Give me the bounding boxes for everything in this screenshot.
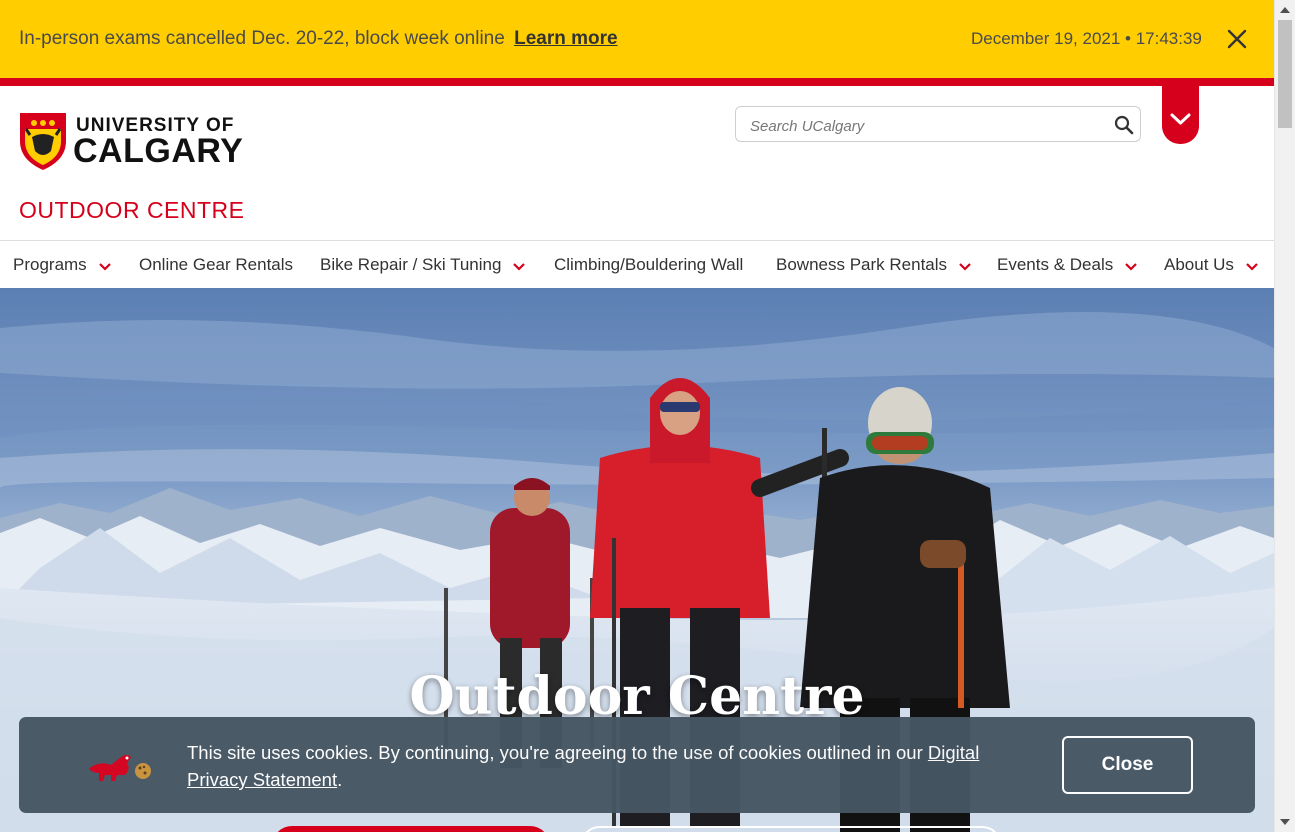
- nav-item-label: Programs: [13, 255, 87, 274]
- nav-item-label: Bowness Park Rentals: [776, 255, 948, 274]
- search-box: [735, 106, 1141, 142]
- nav-item-online-gear-rentals[interactable]: Online Gear Rentals: [139, 241, 293, 288]
- alert-message-text: In-person exams cancelled Dec. 20-22, bl…: [19, 28, 505, 49]
- chevron-down-icon[interactable]: [1246, 242, 1258, 289]
- main-nav: Programs Online Gear Rentals Bike Repair…: [0, 240, 1274, 288]
- site-header: UNIVERSITY OF CALGARY OUTDOOR CENTRE: [0, 86, 1274, 240]
- site-title[interactable]: OUTDOOR CENTRE: [19, 197, 245, 224]
- scroll-up-icon[interactable]: [1280, 6, 1290, 14]
- dinosaur-mascot-icon: [87, 747, 157, 783]
- nav-item-about-us[interactable]: About Us: [1164, 241, 1258, 288]
- nav-item-label: Online Gear Rentals: [139, 255, 294, 274]
- university-logo[interactable]: UNIVERSITY OF CALGARY: [18, 111, 258, 173]
- cookie-message: This site uses cookies. By continuing, y…: [187, 739, 1027, 793]
- cookie-close-button[interactable]: Close: [1062, 736, 1193, 794]
- nav-item-label: Climbing/Bouldering Wall: [554, 255, 744, 274]
- hero-secondary-button[interactable]: [580, 826, 1002, 832]
- alert-bar: In-person exams cancelled Dec. 20-22, bl…: [0, 0, 1274, 86]
- close-icon[interactable]: [1226, 28, 1248, 50]
- alert-message: In-person exams cancelled Dec. 20-22, bl…: [19, 28, 618, 50]
- nav-item-climbing-wall[interactable]: Climbing/Bouldering Wall: [554, 241, 743, 288]
- nav-item-programs[interactable]: Programs: [13, 241, 111, 288]
- scrollbar-thumb[interactable]: [1278, 20, 1292, 128]
- nav-item-label: About Us: [1164, 255, 1234, 274]
- crest-icon: [20, 113, 66, 170]
- learn-more-link[interactable]: Learn more: [514, 28, 617, 49]
- chevron-down-icon[interactable]: [959, 242, 971, 289]
- chevron-down-icon: [1170, 113, 1191, 125]
- nav-item-label: Bike Repair / Ski Tuning: [320, 255, 502, 274]
- page: In-person exams cancelled Dec. 20-22, bl…: [0, 0, 1274, 832]
- search-input[interactable]: [748, 114, 1102, 138]
- scroll-down-icon[interactable]: [1280, 818, 1290, 826]
- nav-item-label: Events & Deals: [997, 255, 1114, 274]
- logo-text-calgary: CALGARY: [73, 132, 244, 170]
- nav-item-bowness-park[interactable]: Bowness Park Rentals: [776, 241, 971, 288]
- hero-primary-button[interactable]: [272, 826, 550, 832]
- cookie-text-end: .: [337, 769, 343, 790]
- nav-item-bike-repair[interactable]: Bike Repair / Ski Tuning: [320, 241, 526, 289]
- chevron-down-icon[interactable]: [513, 242, 526, 289]
- search-icon[interactable]: [1114, 115, 1134, 135]
- chevron-down-icon[interactable]: [1125, 242, 1138, 289]
- chevron-down-icon[interactable]: [98, 242, 111, 289]
- page-scrollbar[interactable]: [1274, 0, 1295, 832]
- main-menu-toggle[interactable]: [1162, 86, 1199, 144]
- alert-datetime: December 19, 2021 • 17:43:39: [971, 29, 1202, 48]
- cookie-banner: This site uses cookies. By continuing, y…: [19, 717, 1255, 813]
- cookie-text: This site uses cookies. By continuing, y…: [187, 742, 928, 763]
- nav-item-events-deals[interactable]: Events & Deals: [997, 241, 1138, 289]
